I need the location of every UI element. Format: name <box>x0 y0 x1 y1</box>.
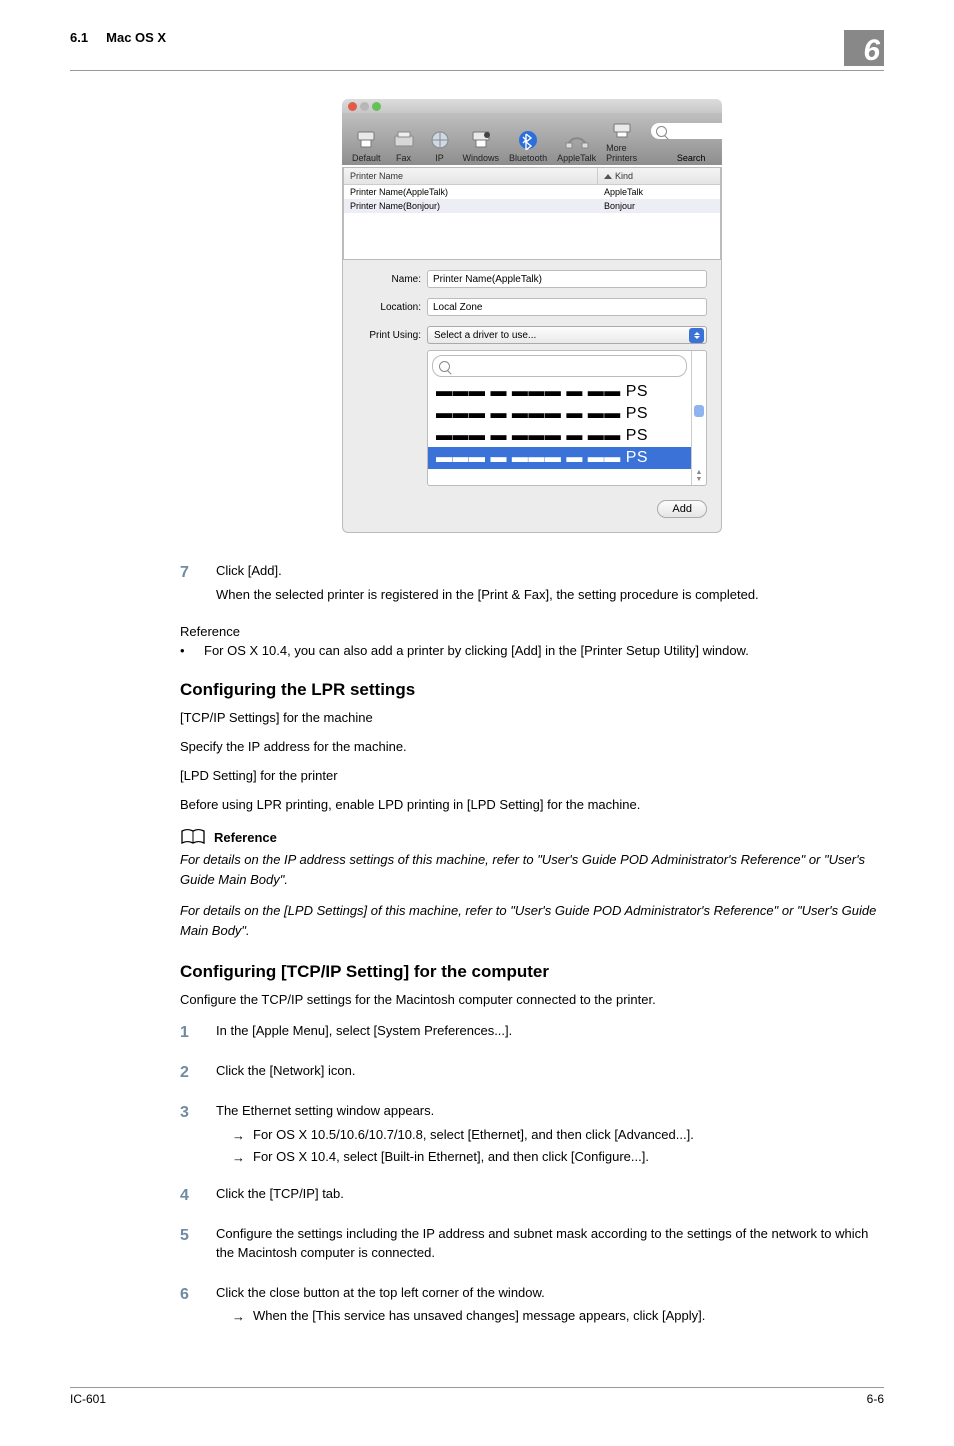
close-dot[interactable] <box>348 102 357 111</box>
toolbar-ip[interactable]: IP <box>425 129 455 163</box>
window-titlebar <box>342 99 722 113</box>
step-text: Click the close button at the top left c… <box>216 1283 884 1303</box>
toolbar-search-field[interactable] <box>651 123 731 139</box>
globe-icon <box>427 129 453 151</box>
step-text: Configure the settings including the IP … <box>216 1224 884 1263</box>
substep-text: For OS X 10.5/10.6/10.7/10.8, select [Et… <box>253 1125 694 1145</box>
step-text: When the selected printer is registered … <box>216 585 884 605</box>
toolbar-fax[interactable]: Fax <box>389 129 419 163</box>
substep-text: For OS X 10.4, select [Built-in Ethernet… <box>253 1147 649 1167</box>
header-rule <box>70 70 884 71</box>
step-number: 2 <box>180 1061 198 1085</box>
arrow-icon: → <box>232 1307 245 1327</box>
toolbar-more-printers[interactable]: More Printers <box>604 119 639 163</box>
reference-label: Reference <box>180 624 884 639</box>
more-printers-icon <box>609 119 635 141</box>
appletalk-icon <box>564 129 590 151</box>
body-text: [LPD Setting] for the printer <box>180 768 884 783</box>
bullet-text: For OS X 10.4, you can also add a printe… <box>204 643 749 658</box>
footer-right: 6-6 <box>867 1392 884 1406</box>
add-button[interactable]: Add <box>657 500 707 518</box>
toolbar-appletalk[interactable]: AppleTalk <box>555 129 598 163</box>
driver-scrollbar[interactable]: ▲▼ <box>691 351 706 485</box>
fax-icon <box>391 129 417 151</box>
col-kind[interactable]: Kind <box>598 168 720 184</box>
name-input[interactable] <box>427 270 707 288</box>
driver-search-field[interactable] <box>432 355 687 377</box>
reference-text: For details on the [LPD Settings] of thi… <box>180 901 884 940</box>
name-label: Name: <box>357 274 421 285</box>
printer-list-row[interactable]: Printer Name(Bonjour) Bonjour <box>344 199 720 213</box>
section-title: Mac OS X <box>106 30 166 45</box>
search-icon <box>656 126 667 137</box>
toolbar-search-label: Search <box>677 153 706 163</box>
step-number: 3 <box>180 1101 198 1125</box>
printer-icon <box>353 129 379 151</box>
lpr-heading: Configuring the LPR settings <box>180 680 884 700</box>
location-label: Location: <box>357 302 421 313</box>
dialog-body: Printer Name Kind Printer Name(AppleTalk… <box>342 167 722 533</box>
header-section: 6.1 Mac OS X <box>70 30 166 45</box>
printer-list-row[interactable]: Printer Name(AppleTalk) AppleTalk <box>344 185 720 199</box>
chapter-number: 6 <box>863 36 880 66</box>
footer-left: IC-601 <box>70 1392 106 1406</box>
toolbar-windows[interactable]: Windows <box>461 129 502 163</box>
dialog-toolbar: Default Fax IP <box>342 113 722 165</box>
substep-text: When the [This service has unsaved chang… <box>253 1306 705 1326</box>
toolbar-bluetooth[interactable]: Bluetooth <box>507 129 549 163</box>
toolbar-default[interactable]: Default <box>350 129 383 163</box>
body-text: Configure the TCP/IP settings for the Ma… <box>180 992 884 1007</box>
search-icon <box>439 361 450 372</box>
printusing-select[interactable]: Select a driver to use... <box>427 326 707 344</box>
zoom-dot[interactable] <box>372 102 381 111</box>
arrow-icon: → <box>232 1126 245 1146</box>
step-text: Click the [TCP/IP] tab. <box>216 1184 884 1204</box>
select-arrows-icon <box>689 328 704 343</box>
step-text: Click [Add]. <box>216 561 884 581</box>
reference-text: For details on the IP address settings o… <box>180 850 884 889</box>
chapter-badge: 6 <box>844 30 884 66</box>
driver-list-item[interactable]: ▬▬▬ ▬ ▬▬▬ ▬ ▬▬ PS <box>428 381 691 403</box>
bluetooth-icon <box>515 129 541 151</box>
printer-list: Printer Name Kind Printer Name(AppleTalk… <box>343 167 721 260</box>
driver-list-item-selected[interactable]: ▬▬▬ ▬ ▬▬▬ ▬ ▬▬ PS <box>428 447 691 469</box>
minimize-dot[interactable] <box>360 102 369 111</box>
bullet-icon: • <box>180 643 188 658</box>
body-text: Before using LPR printing, enable LPD pr… <box>180 797 884 812</box>
scroll-thumb[interactable] <box>694 405 704 417</box>
step-number: 5 <box>180 1224 198 1248</box>
step-number: 6 <box>180 1283 198 1307</box>
tcpip-heading: Configuring [TCP/IP Setting] for the com… <box>180 962 884 982</box>
driver-list-item[interactable]: ▬▬▬ ▬ ▬▬▬ ▬ ▬▬ PS <box>428 403 691 425</box>
step-number: 4 <box>180 1184 198 1208</box>
location-input[interactable] <box>427 298 707 316</box>
step-number: 1 <box>180 1021 198 1045</box>
driver-list-item[interactable]: ▬▬▬ ▬ ▬▬▬ ▬ ▬▬ PS <box>428 425 691 447</box>
col-printer-name[interactable]: Printer Name <box>344 168 598 184</box>
section-number: 6.1 <box>70 30 88 45</box>
printusing-label: Print Using: <box>357 330 421 341</box>
step-number: 7 <box>180 561 198 585</box>
windows-icon <box>468 129 494 151</box>
reference-book-icon <box>180 828 206 846</box>
sort-asc-icon <box>604 174 612 179</box>
reference-heading: Reference <box>214 830 277 845</box>
body-text: [TCP/IP Settings] for the machine <box>180 710 884 725</box>
body-text: Specify the IP address for the machine. <box>180 739 884 754</box>
step-text: Click the [Network] icon. <box>216 1061 884 1081</box>
step-text: In the [Apple Menu], select [System Pref… <box>216 1021 884 1041</box>
step-text: The Ethernet setting window appears. <box>216 1101 884 1121</box>
arrow-icon: → <box>232 1148 245 1168</box>
add-printer-dialog: Default Fax IP <box>342 99 722 533</box>
